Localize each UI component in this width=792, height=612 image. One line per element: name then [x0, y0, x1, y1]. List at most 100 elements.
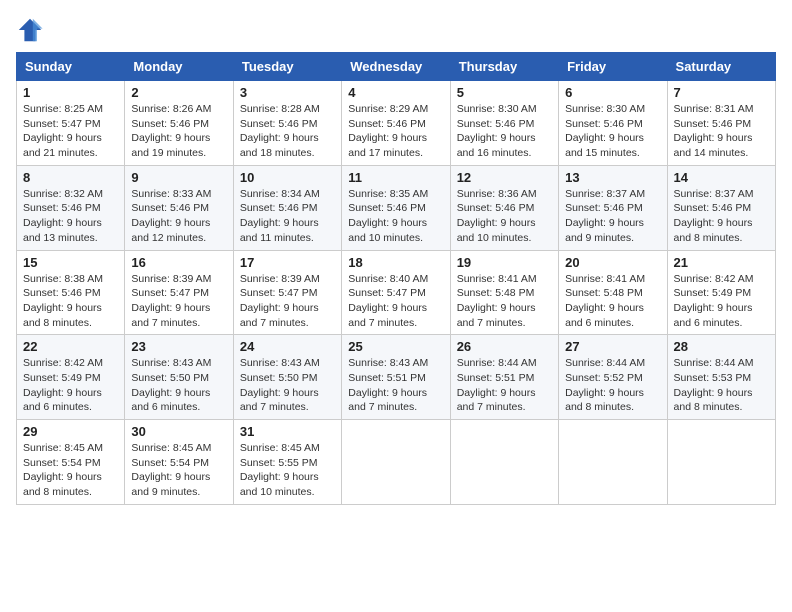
day-info: Sunrise: 8:29 AMSunset: 5:46 PMDaylight:… [348, 103, 428, 159]
day-number: 26 [457, 339, 552, 354]
day-info: Sunrise: 8:30 AMSunset: 5:46 PMDaylight:… [457, 103, 537, 159]
calendar-cell: 19 Sunrise: 8:41 AMSunset: 5:48 PMDaylig… [450, 250, 558, 335]
day-info: Sunrise: 8:37 AMSunset: 5:46 PMDaylight:… [565, 188, 645, 244]
day-number: 5 [457, 85, 552, 100]
day-info: Sunrise: 8:45 AMSunset: 5:54 PMDaylight:… [131, 442, 211, 498]
calendar-cell: 27 Sunrise: 8:44 AMSunset: 5:52 PMDaylig… [559, 335, 667, 420]
day-info: Sunrise: 8:43 AMSunset: 5:50 PMDaylight:… [240, 357, 320, 413]
day-number: 22 [23, 339, 118, 354]
day-number: 29 [23, 424, 118, 439]
day-number: 27 [565, 339, 660, 354]
calendar-cell: 13 Sunrise: 8:37 AMSunset: 5:46 PMDaylig… [559, 165, 667, 250]
day-info: Sunrise: 8:30 AMSunset: 5:46 PMDaylight:… [565, 103, 645, 159]
header-saturday: Saturday [667, 53, 775, 81]
day-info: Sunrise: 8:39 AMSunset: 5:47 PMDaylight:… [240, 273, 320, 329]
calendar-cell: 10 Sunrise: 8:34 AMSunset: 5:46 PMDaylig… [233, 165, 341, 250]
header-tuesday: Tuesday [233, 53, 341, 81]
day-number: 2 [131, 85, 226, 100]
calendar-cell: 18 Sunrise: 8:40 AMSunset: 5:47 PMDaylig… [342, 250, 450, 335]
calendar-cell: 31 Sunrise: 8:45 AMSunset: 5:55 PMDaylig… [233, 420, 341, 505]
day-info: Sunrise: 8:43 AMSunset: 5:51 PMDaylight:… [348, 357, 428, 413]
day-info: Sunrise: 8:45 AMSunset: 5:54 PMDaylight:… [23, 442, 103, 498]
calendar-cell: 4 Sunrise: 8:29 AMSunset: 5:46 PMDayligh… [342, 81, 450, 166]
day-info: Sunrise: 8:44 AMSunset: 5:53 PMDaylight:… [674, 357, 754, 413]
calendar-cell: 26 Sunrise: 8:44 AMSunset: 5:51 PMDaylig… [450, 335, 558, 420]
calendar-week-4: 22 Sunrise: 8:42 AMSunset: 5:49 PMDaylig… [17, 335, 776, 420]
calendar-cell: 5 Sunrise: 8:30 AMSunset: 5:46 PMDayligh… [450, 81, 558, 166]
day-number: 21 [674, 255, 769, 270]
day-info: Sunrise: 8:42 AMSunset: 5:49 PMDaylight:… [23, 357, 103, 413]
day-info: Sunrise: 8:25 AMSunset: 5:47 PMDaylight:… [23, 103, 103, 159]
day-number: 23 [131, 339, 226, 354]
calendar-week-1: 1 Sunrise: 8:25 AMSunset: 5:47 PMDayligh… [17, 81, 776, 166]
day-number: 16 [131, 255, 226, 270]
day-number: 18 [348, 255, 443, 270]
calendar-cell: 30 Sunrise: 8:45 AMSunset: 5:54 PMDaylig… [125, 420, 233, 505]
calendar-cell [450, 420, 558, 505]
calendar-cell: 22 Sunrise: 8:42 AMSunset: 5:49 PMDaylig… [17, 335, 125, 420]
calendar-cell: 16 Sunrise: 8:39 AMSunset: 5:47 PMDaylig… [125, 250, 233, 335]
day-info: Sunrise: 8:34 AMSunset: 5:46 PMDaylight:… [240, 188, 320, 244]
day-info: Sunrise: 8:40 AMSunset: 5:47 PMDaylight:… [348, 273, 428, 329]
day-info: Sunrise: 8:32 AMSunset: 5:46 PMDaylight:… [23, 188, 103, 244]
day-info: Sunrise: 8:45 AMSunset: 5:55 PMDaylight:… [240, 442, 320, 498]
calendar-cell: 24 Sunrise: 8:43 AMSunset: 5:50 PMDaylig… [233, 335, 341, 420]
calendar-cell [667, 420, 775, 505]
header-monday: Monday [125, 53, 233, 81]
day-info: Sunrise: 8:26 AMSunset: 5:46 PMDaylight:… [131, 103, 211, 159]
calendar-cell: 9 Sunrise: 8:33 AMSunset: 5:46 PMDayligh… [125, 165, 233, 250]
calendar-cell: 20 Sunrise: 8:41 AMSunset: 5:48 PMDaylig… [559, 250, 667, 335]
day-info: Sunrise: 8:37 AMSunset: 5:46 PMDaylight:… [674, 188, 754, 244]
calendar-week-2: 8 Sunrise: 8:32 AMSunset: 5:46 PMDayligh… [17, 165, 776, 250]
day-info: Sunrise: 8:28 AMSunset: 5:46 PMDaylight:… [240, 103, 320, 159]
day-info: Sunrise: 8:42 AMSunset: 5:49 PMDaylight:… [674, 273, 754, 329]
logo-icon [16, 16, 44, 44]
calendar-cell: 14 Sunrise: 8:37 AMSunset: 5:46 PMDaylig… [667, 165, 775, 250]
calendar-cell: 23 Sunrise: 8:43 AMSunset: 5:50 PMDaylig… [125, 335, 233, 420]
day-number: 14 [674, 170, 769, 185]
calendar-cell: 7 Sunrise: 8:31 AMSunset: 5:46 PMDayligh… [667, 81, 775, 166]
calendar-cell [559, 420, 667, 505]
day-number: 7 [674, 85, 769, 100]
day-number: 28 [674, 339, 769, 354]
calendar-cell: 25 Sunrise: 8:43 AMSunset: 5:51 PMDaylig… [342, 335, 450, 420]
day-info: Sunrise: 8:41 AMSunset: 5:48 PMDaylight:… [565, 273, 645, 329]
calendar-cell: 1 Sunrise: 8:25 AMSunset: 5:47 PMDayligh… [17, 81, 125, 166]
calendar-week-5: 29 Sunrise: 8:45 AMSunset: 5:54 PMDaylig… [17, 420, 776, 505]
calendar-week-3: 15 Sunrise: 8:38 AMSunset: 5:46 PMDaylig… [17, 250, 776, 335]
day-number: 9 [131, 170, 226, 185]
day-info: Sunrise: 8:33 AMSunset: 5:46 PMDaylight:… [131, 188, 211, 244]
header-friday: Friday [559, 53, 667, 81]
day-info: Sunrise: 8:35 AMSunset: 5:46 PMDaylight:… [348, 188, 428, 244]
day-info: Sunrise: 8:43 AMSunset: 5:50 PMDaylight:… [131, 357, 211, 413]
day-info: Sunrise: 8:44 AMSunset: 5:52 PMDaylight:… [565, 357, 645, 413]
calendar-cell: 11 Sunrise: 8:35 AMSunset: 5:46 PMDaylig… [342, 165, 450, 250]
day-number: 30 [131, 424, 226, 439]
calendar-cell: 17 Sunrise: 8:39 AMSunset: 5:47 PMDaylig… [233, 250, 341, 335]
day-number: 4 [348, 85, 443, 100]
calendar-cell: 2 Sunrise: 8:26 AMSunset: 5:46 PMDayligh… [125, 81, 233, 166]
day-info: Sunrise: 8:44 AMSunset: 5:51 PMDaylight:… [457, 357, 537, 413]
day-number: 6 [565, 85, 660, 100]
day-number: 24 [240, 339, 335, 354]
day-number: 10 [240, 170, 335, 185]
header-sunday: Sunday [17, 53, 125, 81]
day-number: 1 [23, 85, 118, 100]
day-number: 31 [240, 424, 335, 439]
day-info: Sunrise: 8:41 AMSunset: 5:48 PMDaylight:… [457, 273, 537, 329]
day-info: Sunrise: 8:38 AMSunset: 5:46 PMDaylight:… [23, 273, 103, 329]
day-info: Sunrise: 8:36 AMSunset: 5:46 PMDaylight:… [457, 188, 537, 244]
calendar-table: SundayMondayTuesdayWednesdayThursdayFrid… [16, 52, 776, 505]
calendar-header-row: SundayMondayTuesdayWednesdayThursdayFrid… [17, 53, 776, 81]
day-number: 15 [23, 255, 118, 270]
calendar-cell: 6 Sunrise: 8:30 AMSunset: 5:46 PMDayligh… [559, 81, 667, 166]
calendar-cell: 8 Sunrise: 8:32 AMSunset: 5:46 PMDayligh… [17, 165, 125, 250]
calendar-cell: 15 Sunrise: 8:38 AMSunset: 5:46 PMDaylig… [17, 250, 125, 335]
day-number: 3 [240, 85, 335, 100]
logo [16, 16, 48, 44]
header-thursday: Thursday [450, 53, 558, 81]
day-info: Sunrise: 8:31 AMSunset: 5:46 PMDaylight:… [674, 103, 754, 159]
day-number: 12 [457, 170, 552, 185]
day-number: 13 [565, 170, 660, 185]
day-number: 8 [23, 170, 118, 185]
